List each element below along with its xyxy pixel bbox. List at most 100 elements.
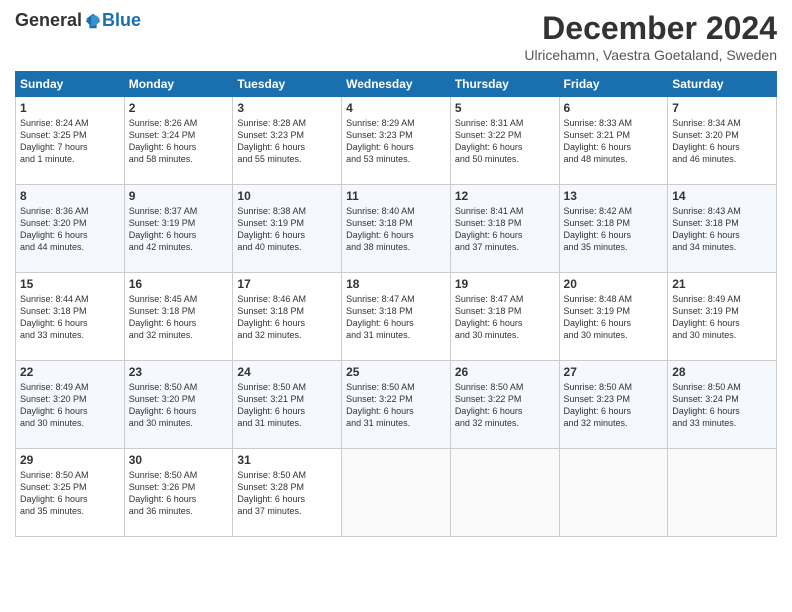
day-number: 8 — [20, 189, 120, 203]
day-number: 12 — [455, 189, 555, 203]
day-info: Sunrise: 8:49 AM Sunset: 3:19 PM Dayligh… — [672, 293, 772, 342]
calendar-cell: 7 Sunrise: 8:34 AM Sunset: 3:20 PM Daylig… — [668, 97, 777, 185]
day-number: 20 — [564, 277, 664, 291]
calendar-week-3: 15 Sunrise: 8:44 AM Sunset: 3:18 PM Dayli… — [16, 273, 777, 361]
logo-text: General Blue — [15, 10, 141, 31]
day-info: Sunrise: 8:50 AM Sunset: 3:23 PM Dayligh… — [564, 381, 664, 430]
day-info: Sunrise: 8:42 AM Sunset: 3:18 PM Dayligh… — [564, 205, 664, 254]
calendar-cell — [342, 449, 451, 537]
calendar-header-row: SundayMondayTuesdayWednesdayThursdayFrid… — [16, 72, 777, 97]
day-info: Sunrise: 8:24 AM Sunset: 3:25 PM Dayligh… — [20, 117, 120, 166]
day-number: 30 — [129, 453, 229, 467]
weekday-header-tuesday: Tuesday — [233, 72, 342, 97]
logo: General Blue — [15, 10, 141, 31]
day-number: 16 — [129, 277, 229, 291]
calendar-cell — [450, 449, 559, 537]
weekday-header-monday: Monday — [124, 72, 233, 97]
day-number: 17 — [237, 277, 337, 291]
weekday-header-sunday: Sunday — [16, 72, 125, 97]
calendar-cell: 22 Sunrise: 8:49 AM Sunset: 3:20 PM Dayli… — [16, 361, 125, 449]
logo-blue: Blue — [102, 10, 141, 31]
day-info: Sunrise: 8:47 AM Sunset: 3:18 PM Dayligh… — [455, 293, 555, 342]
calendar-cell: 5 Sunrise: 8:31 AM Sunset: 3:22 PM Daylig… — [450, 97, 559, 185]
day-info: Sunrise: 8:48 AM Sunset: 3:19 PM Dayligh… — [564, 293, 664, 342]
day-number: 9 — [129, 189, 229, 203]
calendar-cell: 8 Sunrise: 8:36 AM Sunset: 3:20 PM Daylig… — [16, 185, 125, 273]
calendar-table: SundayMondayTuesdayWednesdayThursdayFrid… — [15, 71, 777, 537]
calendar-cell: 1 Sunrise: 8:24 AM Sunset: 3:25 PM Daylig… — [16, 97, 125, 185]
day-info: Sunrise: 8:50 AM Sunset: 3:22 PM Dayligh… — [346, 381, 446, 430]
day-number: 27 — [564, 365, 664, 379]
day-number: 15 — [20, 277, 120, 291]
day-info: Sunrise: 8:45 AM Sunset: 3:18 PM Dayligh… — [129, 293, 229, 342]
day-info: Sunrise: 8:40 AM Sunset: 3:18 PM Dayligh… — [346, 205, 446, 254]
calendar-cell — [668, 449, 777, 537]
weekday-header-wednesday: Wednesday — [342, 72, 451, 97]
calendar-week-4: 22 Sunrise: 8:49 AM Sunset: 3:20 PM Dayli… — [16, 361, 777, 449]
header: General Blue December 2024 Ulricehamn, V… — [15, 10, 777, 63]
day-info: Sunrise: 8:50 AM Sunset: 3:21 PM Dayligh… — [237, 381, 337, 430]
calendar-cell: 28Sunrise: 8:50 AM Sunset: 3:24 PM Dayli… — [668, 361, 777, 449]
calendar-cell: 21 Sunrise: 8:49 AM Sunset: 3:19 PM Dayli… — [668, 273, 777, 361]
day-number: 13 — [564, 189, 664, 203]
calendar-cell: 6Sunrise: 8:33 AM Sunset: 3:21 PM Daylig… — [559, 97, 668, 185]
calendar-cell: 14Sunrise: 8:43 AM Sunset: 3:18 PM Dayli… — [668, 185, 777, 273]
day-info: Sunrise: 8:50 AM Sunset: 3:26 PM Dayligh… — [129, 469, 229, 518]
calendar-cell: 15 Sunrise: 8:44 AM Sunset: 3:18 PM Dayli… — [16, 273, 125, 361]
day-info: Sunrise: 8:50 AM Sunset: 3:20 PM Dayligh… — [129, 381, 229, 430]
day-info: Sunrise: 8:33 AM Sunset: 3:21 PM Dayligh… — [564, 117, 664, 166]
calendar-cell: 25 Sunrise: 8:50 AM Sunset: 3:22 PM Dayli… — [342, 361, 451, 449]
day-number: 7 — [672, 101, 772, 115]
day-number: 11 — [346, 189, 446, 203]
day-info: Sunrise: 8:41 AM Sunset: 3:18 PM Dayligh… — [455, 205, 555, 254]
day-number: 26 — [455, 365, 555, 379]
calendar-cell: 30 Sunrise: 8:50 AM Sunset: 3:26 PM Dayli… — [124, 449, 233, 537]
calendar-cell: 4 Sunrise: 8:29 AM Sunset: 3:23 PM Daylig… — [342, 97, 451, 185]
calendar-cell: 31 Sunrise: 8:50 AM Sunset: 3:28 PM Dayli… — [233, 449, 342, 537]
day-info: Sunrise: 8:47 AM Sunset: 3:18 PM Dayligh… — [346, 293, 446, 342]
calendar-cell: 16 Sunrise: 8:45 AM Sunset: 3:18 PM Dayli… — [124, 273, 233, 361]
day-info: Sunrise: 8:29 AM Sunset: 3:23 PM Dayligh… — [346, 117, 446, 166]
day-number: 28 — [672, 365, 772, 379]
calendar-week-5: 29Sunrise: 8:50 AM Sunset: 3:25 PM Dayli… — [16, 449, 777, 537]
day-info: Sunrise: 8:49 AM Sunset: 3:20 PM Dayligh… — [20, 381, 120, 430]
calendar-cell — [559, 449, 668, 537]
day-info: Sunrise: 8:31 AM Sunset: 3:22 PM Dayligh… — [455, 117, 555, 166]
calendar-cell: 27 Sunrise: 8:50 AM Sunset: 3:23 PM Dayli… — [559, 361, 668, 449]
day-number: 31 — [237, 453, 337, 467]
day-info: Sunrise: 8:26 AM Sunset: 3:24 PM Dayligh… — [129, 117, 229, 166]
day-number: 4 — [346, 101, 446, 115]
day-info: Sunrise: 8:50 AM Sunset: 3:28 PM Dayligh… — [237, 469, 337, 518]
day-number: 2 — [129, 101, 229, 115]
day-info: Sunrise: 8:34 AM Sunset: 3:20 PM Dayligh… — [672, 117, 772, 166]
calendar-cell: 23Sunrise: 8:50 AM Sunset: 3:20 PM Dayli… — [124, 361, 233, 449]
weekday-header-thursday: Thursday — [450, 72, 559, 97]
day-number: 3 — [237, 101, 337, 115]
day-number: 21 — [672, 277, 772, 291]
day-number: 22 — [20, 365, 120, 379]
day-number: 5 — [455, 101, 555, 115]
calendar-cell: 18 Sunrise: 8:47 AM Sunset: 3:18 PM Dayli… — [342, 273, 451, 361]
weekday-header-saturday: Saturday — [668, 72, 777, 97]
calendar-week-2: 8 Sunrise: 8:36 AM Sunset: 3:20 PM Daylig… — [16, 185, 777, 273]
day-info: Sunrise: 8:36 AM Sunset: 3:20 PM Dayligh… — [20, 205, 120, 254]
calendar-cell: 12 Sunrise: 8:41 AM Sunset: 3:18 PM Dayli… — [450, 185, 559, 273]
day-info: Sunrise: 8:50 AM Sunset: 3:22 PM Dayligh… — [455, 381, 555, 430]
calendar-cell: 20 Sunrise: 8:48 AM Sunset: 3:19 PM Dayli… — [559, 273, 668, 361]
calendar-cell: 19Sunrise: 8:47 AM Sunset: 3:18 PM Dayli… — [450, 273, 559, 361]
calendar-cell: 26 Sunrise: 8:50 AM Sunset: 3:22 PM Dayli… — [450, 361, 559, 449]
logo-icon — [84, 12, 102, 30]
day-number: 14 — [672, 189, 772, 203]
month-title: December 2024 — [524, 10, 777, 47]
day-number: 10 — [237, 189, 337, 203]
calendar-cell: 10Sunrise: 8:38 AM Sunset: 3:19 PM Dayli… — [233, 185, 342, 273]
day-number: 1 — [20, 101, 120, 115]
day-number: 25 — [346, 365, 446, 379]
logo-general: General — [15, 10, 82, 31]
calendar-cell: 29Sunrise: 8:50 AM Sunset: 3:25 PM Dayli… — [16, 449, 125, 537]
day-info: Sunrise: 8:44 AM Sunset: 3:18 PM Dayligh… — [20, 293, 120, 342]
location: Ulricehamn, Vaestra Goetaland, Sweden — [524, 47, 777, 63]
day-number: 18 — [346, 277, 446, 291]
day-info: Sunrise: 8:50 AM Sunset: 3:25 PM Dayligh… — [20, 469, 120, 518]
calendar-cell: 2 Sunrise: 8:26 AM Sunset: 3:24 PM Daylig… — [124, 97, 233, 185]
